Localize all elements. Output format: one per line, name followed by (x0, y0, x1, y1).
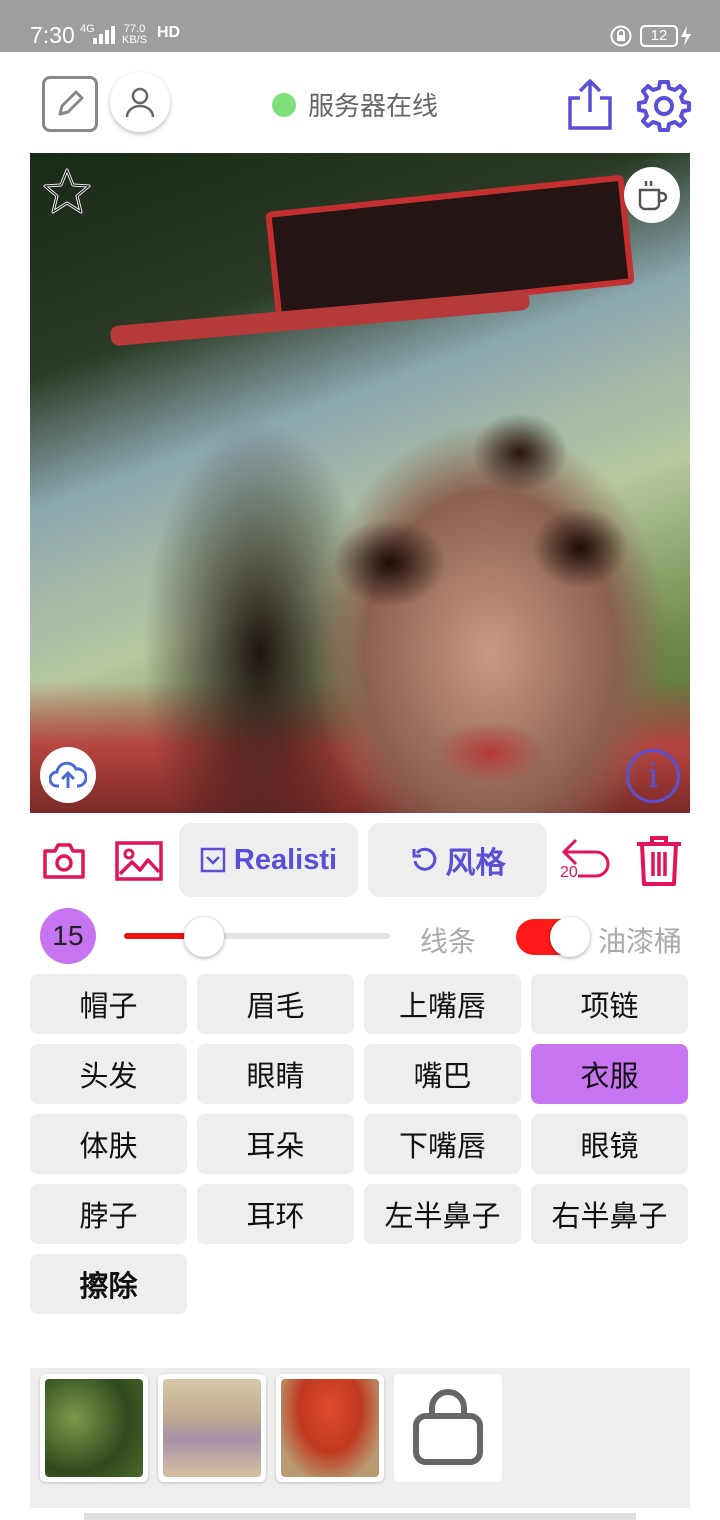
info-icon[interactable]: i (626, 749, 680, 803)
status-bar: 7:30 4G 77.0 KB/S HD 12 (0, 0, 720, 52)
dropdown-box-icon (200, 847, 226, 873)
rotate-icon (412, 847, 436, 871)
image-icon[interactable] (114, 840, 164, 882)
thumbnail-image (45, 1379, 143, 1477)
shop-button[interactable] (394, 1374, 502, 1482)
part-button[interactable]: 下嘴唇 (364, 1114, 521, 1174)
part-button[interactable]: 右半鼻子 (531, 1184, 688, 1244)
upload-button[interactable] (40, 747, 96, 803)
model-label: Realisti (233, 843, 338, 876)
style-thumbnail[interactable] (276, 1374, 384, 1482)
status-time: 7:30 (30, 22, 75, 48)
star-icon[interactable] (42, 167, 92, 215)
part-button[interactable]: 头发 (30, 1044, 187, 1104)
style-button[interactable]: 风格 (368, 823, 547, 897)
part-button[interactable]: 衣服 (531, 1044, 688, 1104)
nav-handle-area (84, 1513, 636, 1520)
paint-bucket-toggle[interactable] (516, 917, 590, 957)
network-speed: 77.0 KB/S (122, 24, 147, 46)
style-thumbnail[interactable] (40, 1374, 148, 1482)
part-button[interactable]: 擦除 (30, 1254, 187, 1314)
part-button[interactable]: 项链 (531, 974, 688, 1034)
part-button[interactable]: 体肤 (30, 1114, 187, 1174)
part-button[interactable]: 眉毛 (197, 974, 354, 1034)
server-status-text: 服务器在线 (308, 92, 439, 122)
line-mode-label[interactable]: 线条 (420, 920, 476, 960)
online-dot (272, 92, 296, 117)
part-button[interactable]: 左半鼻子 (364, 1184, 521, 1244)
undo-count: 20 (560, 864, 578, 881)
edit-button[interactable] (42, 76, 98, 132)
edit-icon (58, 90, 84, 116)
coffee-button[interactable] (624, 167, 680, 223)
part-button[interactable]: 上嘴唇 (364, 974, 521, 1034)
style-label: 风格 (445, 846, 506, 881)
paint-bucket-label: 油漆桶 (598, 925, 683, 958)
parts-grid: 帽子 眉毛 上嘴唇 项链头发 眼睛 嘴巴 衣服体肤 耳朵 下嘴唇 眼镜脖子 耳环 左半鼻子 右半鼻子擦除 (30, 974, 690, 1314)
part-button[interactable]: 耳环 (197, 1184, 354, 1244)
settings-icon[interactable] (636, 78, 692, 134)
toggle-knob (550, 917, 590, 957)
part-button[interactable]: 帽子 (30, 974, 187, 1034)
speed-unit: KB/S (122, 34, 148, 46)
battery-level: 12 (640, 25, 678, 47)
style-thumbnails (30, 1368, 690, 1508)
signal-icon (93, 26, 115, 44)
part-button[interactable]: 耳朵 (197, 1114, 354, 1174)
brush-size-indicator: 15 (40, 908, 96, 964)
shopping-bag-icon (413, 1389, 483, 1465)
camera-icon[interactable] (42, 842, 86, 880)
model-select-button[interactable]: Realisti (179, 823, 358, 897)
trash-icon[interactable] (634, 834, 684, 888)
part-button[interactable]: 眼镜 (531, 1114, 688, 1174)
brush-size-slider[interactable] (124, 917, 390, 957)
user-icon (125, 87, 155, 118)
part-button[interactable]: 眼睛 (197, 1044, 354, 1104)
drawing-canvas[interactable]: i (30, 153, 690, 813)
style-thumbnail[interactable] (158, 1374, 266, 1482)
thumbnail-image (281, 1379, 379, 1477)
coffee-icon (638, 181, 668, 211)
share-icon[interactable] (566, 78, 614, 132)
undo-button[interactable]: 20 (556, 834, 616, 886)
user-button[interactable] (110, 72, 170, 132)
rotation-lock-icon (610, 25, 632, 47)
part-button[interactable]: 嘴巴 (364, 1044, 521, 1104)
hd-indicator: HD (157, 24, 181, 41)
charging-icon (681, 26, 691, 46)
part-button[interactable]: 脖子 (30, 1184, 187, 1244)
cloud-upload-icon (49, 761, 87, 788)
thumbnail-image (163, 1379, 261, 1477)
slider-thumb[interactable] (183, 917, 224, 957)
server-status: 服务器在线 (272, 86, 438, 123)
